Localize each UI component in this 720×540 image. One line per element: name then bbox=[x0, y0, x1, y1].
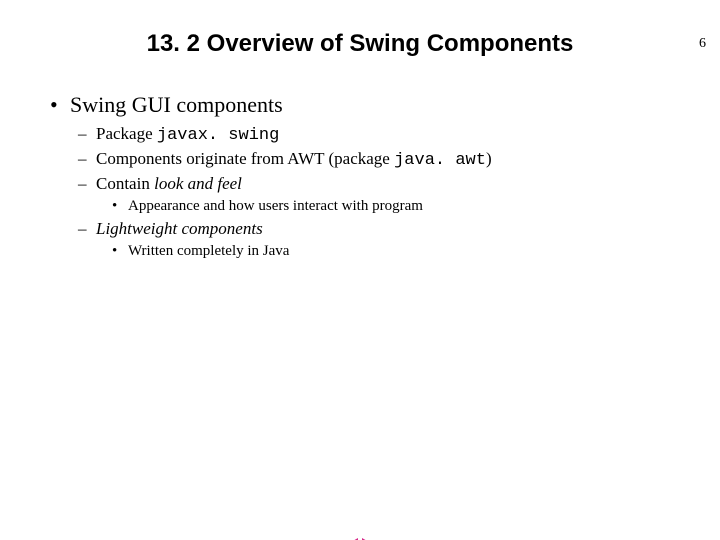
emphasis-text: look and feel bbox=[154, 174, 242, 193]
bullet-level2: Package javax. swing bbox=[74, 124, 690, 145]
slide-title: 13. 2 Overview of Swing Components bbox=[0, 30, 720, 58]
bullet-level2: Lightweight components bbox=[74, 219, 690, 239]
bullet-level1: Swing GUI components bbox=[46, 92, 690, 118]
emphasis-text: Lightweight components bbox=[96, 219, 263, 238]
bullet-level3: Written completely in Java bbox=[110, 243, 690, 260]
page-number: 6 bbox=[699, 36, 706, 52]
bullet-text: Contain bbox=[96, 174, 154, 193]
code-text: javax. swing bbox=[157, 126, 279, 145]
bullet-level2: Components originate from AWT (package j… bbox=[74, 149, 690, 170]
bullet-text: Package bbox=[96, 124, 157, 143]
bullet-text: Written completely in Java bbox=[128, 243, 289, 259]
bullet-text: ) bbox=[486, 149, 492, 168]
bullet-level2: Contain look and feel bbox=[74, 174, 690, 194]
bullet-level3: Appearance and how users interact with p… bbox=[110, 198, 690, 215]
slide-content: Swing GUI components Package javax. swin… bbox=[46, 92, 690, 260]
bullet-text: Components originate from AWT (package bbox=[96, 149, 394, 168]
code-text: java. awt bbox=[394, 151, 486, 170]
slide-footer: © 2003 Prentice Hall, Inc. All rights re… bbox=[14, 536, 706, 540]
bullet-text: Appearance and how users interact with p… bbox=[128, 198, 423, 214]
bullet-text: Swing GUI components bbox=[70, 92, 283, 117]
